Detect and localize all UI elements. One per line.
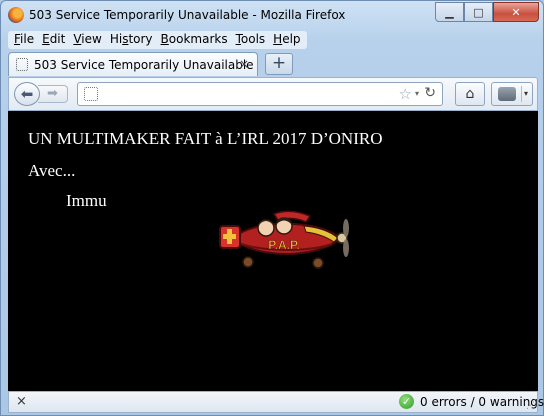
menu-file-post: ile — [20, 32, 35, 46]
menu-history-pre: Hi — [109, 32, 123, 46]
menu-history-post: tory — [128, 32, 153, 46]
firefox-icon[interactable] — [8, 7, 24, 23]
menu-file[interactable]: File — [10, 31, 38, 49]
addon-separator — [521, 86, 522, 102]
window-title: 503 Service Temporarily Unavailable - Mo… — [29, 8, 346, 22]
new-tab-button[interactable]: + — [265, 53, 293, 75]
tab-label: 503 Service Temporarily Unavailable — [34, 58, 254, 72]
resize-grip-icon[interactable]: ⋰ — [526, 401, 535, 411]
close-icon[interactable]: × — [16, 394, 27, 409]
tab-close-icon[interactable]: × — [239, 57, 249, 71]
title-bar: 503 Service Temporarily Unavailable - Mo… — [1, 1, 544, 31]
forward-arrow-icon[interactable]: ➡ — [38, 85, 68, 103]
menu-history[interactable]: History — [106, 31, 157, 49]
reload-icon[interactable]: ↻ — [424, 85, 436, 101]
page-content: UN MULTIMAKER FAIT à L’IRL 2017 D’ONIRO … — [8, 111, 538, 391]
browser-window: 503 Service Temporarily Unavailable - Mo… — [0, 0, 544, 416]
page-author-line: Immu — [66, 191, 107, 210]
menu-edit-key: E — [42, 32, 50, 46]
window-controls: ▁ □ ✕ — [435, 2, 539, 22]
page-favicon-icon — [16, 58, 28, 71]
bookmark-star-icon[interactable]: ☆ — [399, 85, 412, 103]
airplane-image: P.A.P. — [219, 210, 349, 269]
page-heading-line: UN MULTIMAKER FAIT à L’IRL 2017 D’ONIRO — [28, 129, 383, 148]
menu-tools[interactable]: Tools — [232, 31, 270, 49]
menu-bookmarks-post: ookmarks — [168, 32, 228, 46]
addon-icon — [498, 87, 516, 101]
airplane-label: P.A.P. — [268, 238, 300, 252]
menu-help-key: H — [273, 32, 283, 46]
minimize-button[interactable]: ▁ — [435, 2, 464, 22]
tab-active[interactable]: 503 Service Temporarily Unavailable × — [8, 52, 258, 76]
menu-help-post: elp — [282, 32, 301, 46]
navigation-toolbar: ➡ ⬅ ☆ ▾ ↻ ⌂ ▾ — [8, 77, 538, 111]
menu-bar: File Edit View History Bookmarks Tools H… — [8, 31, 307, 49]
menu-bookmarks-key: B — [160, 32, 169, 46]
site-identity-icon[interactable] — [84, 87, 98, 101]
menu-help[interactable]: Help — [269, 31, 304, 49]
menu-edit-post: dit — [49, 32, 66, 46]
url-input[interactable]: ☆ ▾ ↻ — [77, 82, 443, 106]
back-arrow-icon[interactable]: ⬅ — [14, 82, 40, 106]
checkmark-icon: ✓ — [399, 394, 414, 409]
maximize-button[interactable]: □ — [464, 2, 493, 22]
back-forward-group: ➡ ⬅ — [14, 82, 72, 106]
close-button[interactable]: ✕ — [493, 2, 539, 22]
menu-bookmarks[interactable]: Bookmarks — [157, 31, 232, 49]
menu-view[interactable]: View — [69, 31, 105, 49]
addon-button[interactable]: ▾ — [491, 82, 533, 106]
menu-edit[interactable]: Edit — [38, 31, 69, 49]
url-history-dropdown-icon[interactable]: ▾ — [415, 89, 419, 98]
menu-view-post: iew — [81, 32, 102, 46]
addon-dropdown-icon[interactable]: ▾ — [524, 89, 528, 98]
home-button[interactable]: ⌂ — [455, 82, 485, 106]
airplane-wheels — [242, 256, 324, 269]
page-subheading-line: Avec... — [28, 161, 76, 180]
tab-strip: 503 Service Temporarily Unavailable × + — [8, 51, 538, 77]
airplane-tail — [219, 225, 241, 249]
airplane-propeller — [336, 219, 349, 257]
status-bar: × ✓ 0 errors / 0 warnings ⋰ — [8, 391, 544, 413]
menu-tools-post: ools — [240, 32, 266, 46]
